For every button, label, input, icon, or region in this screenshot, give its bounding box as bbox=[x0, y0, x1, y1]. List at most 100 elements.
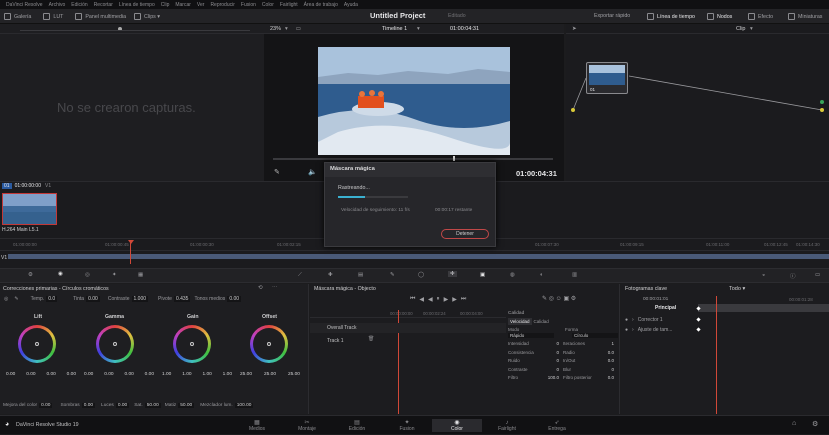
page-fusion[interactable]: ✦ Fusion bbox=[382, 419, 432, 432]
warper-icon[interactable]: ✚ bbox=[328, 272, 333, 278]
mask-param[interactable]: In/Out 0.0 bbox=[563, 357, 618, 366]
viewer-zoom[interactable]: 23% bbox=[270, 26, 281, 32]
mask-param[interactable]: Consistencia 0 bbox=[508, 349, 563, 358]
chevron-down-icon[interactable]: ▾ bbox=[750, 26, 753, 32]
keyframe-row[interactable]: ● › Ajuste de tam... bbox=[625, 325, 672, 335]
magic-mask-icon[interactable]: ▣ bbox=[480, 272, 485, 278]
menu-item-ayuda[interactable]: Ayuda bbox=[344, 2, 358, 8]
menu-item-edicion[interactable]: Edición bbox=[71, 2, 87, 8]
person-icon[interactable]: ☺ bbox=[556, 296, 562, 302]
skip-end-icon[interactable]: ⏭ bbox=[461, 296, 466, 303]
skip-start-icon[interactable]: ⏮ bbox=[410, 296, 415, 303]
audio-icon[interactable]: ▭ bbox=[815, 272, 820, 278]
color-wheels-icon[interactable]: ◉ bbox=[58, 271, 63, 277]
page-color[interactable]: ◉ Color bbox=[432, 419, 482, 432]
lum-mix-value[interactable]: 100.00 bbox=[234, 403, 254, 408]
home-icon[interactable]: ⌂ bbox=[792, 420, 796, 427]
gamma-g[interactable]: 0.00 bbox=[124, 372, 133, 377]
scopes-icon[interactable]: ◒ bbox=[762, 272, 765, 278]
step-back-icon[interactable]: ◀ bbox=[419, 296, 424, 303]
brush-icon[interactable]: ✎ bbox=[542, 296, 547, 302]
trash-icon[interactable]: 🗑 bbox=[368, 336, 374, 342]
gain-r[interactable]: 1.00 bbox=[182, 372, 191, 377]
color-boost-value[interactable]: 0.00 bbox=[39, 403, 53, 408]
gain-g[interactable]: 1.00 bbox=[202, 372, 211, 377]
qualifier-icon[interactable]: ▤ bbox=[358, 272, 363, 278]
pointer-icon[interactable]: ➤ bbox=[572, 26, 577, 32]
menu-item-fairlight[interactable]: Fairlight bbox=[280, 2, 298, 8]
gamma-y[interactable]: 0.00 bbox=[84, 372, 93, 377]
camera-raw-icon[interactable]: ⚙ bbox=[28, 272, 33, 278]
play-reverse-icon[interactable]: ◀ bbox=[428, 296, 433, 303]
page-deliver[interactable]: ➶ Entrega bbox=[532, 419, 582, 432]
timeline-clip-thumbnail[interactable] bbox=[2, 193, 57, 225]
mask-param[interactable]: Filtro 100.0 bbox=[508, 374, 563, 383]
highlights-value[interactable]: 0.00 bbox=[115, 403, 130, 408]
quick-export-button[interactable]: Exportar rápido bbox=[594, 13, 630, 19]
gain-y[interactable]: 1.00 bbox=[162, 372, 171, 377]
menu-item-color[interactable]: Color bbox=[262, 2, 274, 8]
media-pool-toggle[interactable]: Panel multimedia bbox=[75, 12, 126, 20]
info-icon[interactable]: ⓘ bbox=[790, 272, 796, 280]
gear-icon[interactable]: ⚙ bbox=[812, 420, 818, 428]
lift-g[interactable]: 0.00 bbox=[46, 372, 55, 377]
mask-ruler[interactable]: 00:00:00:00 00:00:02:24 00:00:04:00 bbox=[310, 308, 506, 318]
gamma-r[interactable]: 0.00 bbox=[104, 372, 113, 377]
timeline-name[interactable]: Timeline 1 bbox=[382, 26, 407, 32]
chevron-right-icon[interactable]: › bbox=[632, 327, 634, 333]
mask-param[interactable]: Filtro posterior 0.0 bbox=[563, 374, 618, 383]
viewer-scrubber-handle[interactable] bbox=[453, 156, 455, 161]
offset-wheel[interactable] bbox=[250, 325, 288, 363]
gain-wheel[interactable] bbox=[173, 325, 211, 363]
settings-icon[interactable]: ⚙ bbox=[571, 296, 576, 302]
track1-row[interactable]: Track 1 bbox=[310, 336, 506, 346]
step-forward-icon[interactable]: ▶ bbox=[452, 296, 457, 303]
overlay-icon[interactable]: ▣ bbox=[563, 296, 569, 302]
menu-item-linea[interactable]: Línea de tiempo bbox=[119, 2, 155, 8]
page-edit[interactable]: ▤ Edición bbox=[332, 419, 382, 432]
clips-toggle[interactable]: Clips ▾ bbox=[134, 12, 160, 20]
mask-param[interactable]: Contraste 0 bbox=[508, 366, 563, 375]
shape-dropdown[interactable]: Círculo bbox=[572, 333, 618, 338]
overall-track-row[interactable]: Overall Track bbox=[310, 323, 506, 333]
saturation-value[interactable]: 50.00 bbox=[144, 403, 161, 408]
tab-speed[interactable]: Velocidad bbox=[508, 318, 532, 325]
lift-r[interactable]: 0.00 bbox=[26, 372, 35, 377]
pause-icon[interactable]: ⏸ bbox=[437, 296, 440, 303]
play-icon[interactable]: ▶ bbox=[444, 296, 449, 303]
viewer-scrubber[interactable] bbox=[273, 158, 553, 160]
mask-param[interactable]: Ruido 0 bbox=[508, 357, 563, 366]
mask-param[interactable]: Radio 0.0 bbox=[563, 349, 618, 358]
keyframes-mode-dropdown[interactable]: Todo ▾ bbox=[729, 286, 745, 292]
corrector-node[interactable]: 01 bbox=[586, 62, 628, 94]
menu-item-clip[interactable]: Clip bbox=[161, 2, 170, 8]
offset-b[interactable]: 25.00 bbox=[288, 372, 300, 377]
viewer-mode-icon[interactable]: ▭ bbox=[296, 26, 301, 32]
picker-icon[interactable]: ✎ bbox=[14, 296, 18, 302]
stop-button[interactable]: Detener bbox=[441, 229, 489, 239]
pivot-value[interactable]: 0.435 bbox=[173, 296, 191, 302]
page-fairlight[interactable]: ♪ Fairlight bbox=[482, 420, 532, 432]
nodes-toggle[interactable]: Nodos bbox=[707, 13, 732, 20]
curves-icon[interactable]: ⟋ bbox=[298, 272, 302, 279]
sizing-icon[interactable]: ▥ bbox=[572, 272, 577, 278]
menu-item-davinci[interactable]: DaVinci Resolve bbox=[6, 2, 43, 8]
lift-y[interactable]: 0.00 bbox=[6, 372, 15, 377]
rgb-mixer-icon[interactable]: ◎ bbox=[85, 272, 90, 278]
more-options-icon[interactable]: ⋯ bbox=[272, 285, 278, 291]
menu-item-marcar[interactable]: Marcar bbox=[175, 2, 191, 8]
page-media[interactable]: ▦ Medios bbox=[232, 419, 282, 432]
lift-b[interactable]: 0.00 bbox=[67, 372, 76, 377]
speaker-icon[interactable]: 🔈 bbox=[308, 168, 317, 176]
blur-icon[interactable]: ◍ bbox=[510, 272, 515, 278]
gain-b[interactable]: 1.00 bbox=[223, 372, 232, 377]
chevron-right-icon[interactable]: › bbox=[632, 317, 634, 323]
offset-g[interactable]: 25.00 bbox=[264, 372, 276, 377]
contrast-value[interactable]: 1.000 bbox=[131, 296, 149, 302]
gamma-b[interactable]: 0.00 bbox=[145, 372, 154, 377]
lift-wheel[interactable] bbox=[18, 325, 56, 363]
motion-effects-icon[interactable]: ▦ bbox=[138, 272, 143, 278]
tab-quality[interactable]: Calidad bbox=[532, 318, 551, 325]
effects-toggle[interactable]: Efecto bbox=[748, 13, 773, 20]
menu-item-recortar[interactable]: Recortar bbox=[94, 2, 113, 8]
